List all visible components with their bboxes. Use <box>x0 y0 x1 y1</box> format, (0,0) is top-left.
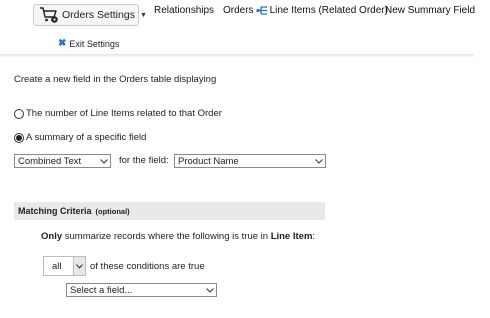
nav-relationships[interactable]: Relationships <box>154 5 214 16</box>
exit-settings-label: Exit Settings <box>69 38 120 49</box>
nav-orders-label: Orders <box>223 5 254 16</box>
matching-criteria-header: Matching Criteria (optional) <box>14 202 325 220</box>
summary-type-value: Combined Text <box>18 155 82 167</box>
radio-count[interactable] <box>14 108 24 119</box>
conditions-text: of these conditions are true <box>90 261 205 272</box>
criteria-colon: : <box>312 231 316 242</box>
chevron-down-icon <box>313 155 325 167</box>
close-icon: ✖ <box>58 38 67 49</box>
criteria-field-select[interactable]: Select a field... <box>66 283 217 297</box>
criteria-table-name: Line Item <box>270 231 313 242</box>
option-summary-field[interactable]: A summary of a specific field <box>14 132 146 143</box>
settings-toolbar: Orders Settings ▼ ✖ Exit Settings Relati… <box>0 0 490 58</box>
matching-criteria-title: Matching Criteria <box>18 206 92 216</box>
for-the-field-label: for the field: <box>119 155 169 166</box>
summary-type-select[interactable]: Combined Text <box>14 154 111 168</box>
option-count-label: The number of Line Items related to that… <box>26 108 222 119</box>
nav-new-summary-field[interactable]: New Summary Field <box>385 5 475 16</box>
criteria-field-value: Select a field... <box>70 284 133 296</box>
criteria-description: Only summarize records where the followi… <box>41 231 315 242</box>
criteria-description-text: summarize records where the following is… <box>64 231 269 242</box>
chevron-down-icon <box>73 257 85 275</box>
orders-settings-label: Orders Settings <box>62 9 135 21</box>
exit-settings-button[interactable]: ✖ Exit Settings <box>58 38 119 49</box>
option-summary-label: A summary of a specific field <box>26 132 147 143</box>
radio-summary[interactable] <box>14 132 24 143</box>
match-mode-value: all <box>52 260 62 272</box>
orders-settings-button[interactable]: Orders Settings ▼ <box>33 4 147 26</box>
chevron-down-icon <box>204 284 216 296</box>
optional-label: (optional) <box>95 206 130 216</box>
chevron-down-icon <box>98 155 110 167</box>
only-bold: Only <box>41 231 63 242</box>
nav-line-items-label: Line Items (Related Order) <box>269 5 388 16</box>
radio-selected-dot <box>16 134 22 141</box>
relationship-icon <box>255 5 268 16</box>
chevron-down-icon: ▼ <box>139 11 147 19</box>
nav-orders-line-items[interactable]: Orders Line Items (Related Order) <box>223 5 388 16</box>
cart-gear-icon <box>39 6 59 24</box>
option-count-line-items[interactable]: The number of Line Items related to that… <box>14 108 222 119</box>
field-select[interactable]: Product Name <box>174 154 326 168</box>
toolbar-divider <box>0 54 474 58</box>
match-mode-select[interactable]: all <box>43 256 86 276</box>
form-intro: Create a new field in the Orders table d… <box>14 74 217 85</box>
field-select-value: Product Name <box>178 155 239 167</box>
